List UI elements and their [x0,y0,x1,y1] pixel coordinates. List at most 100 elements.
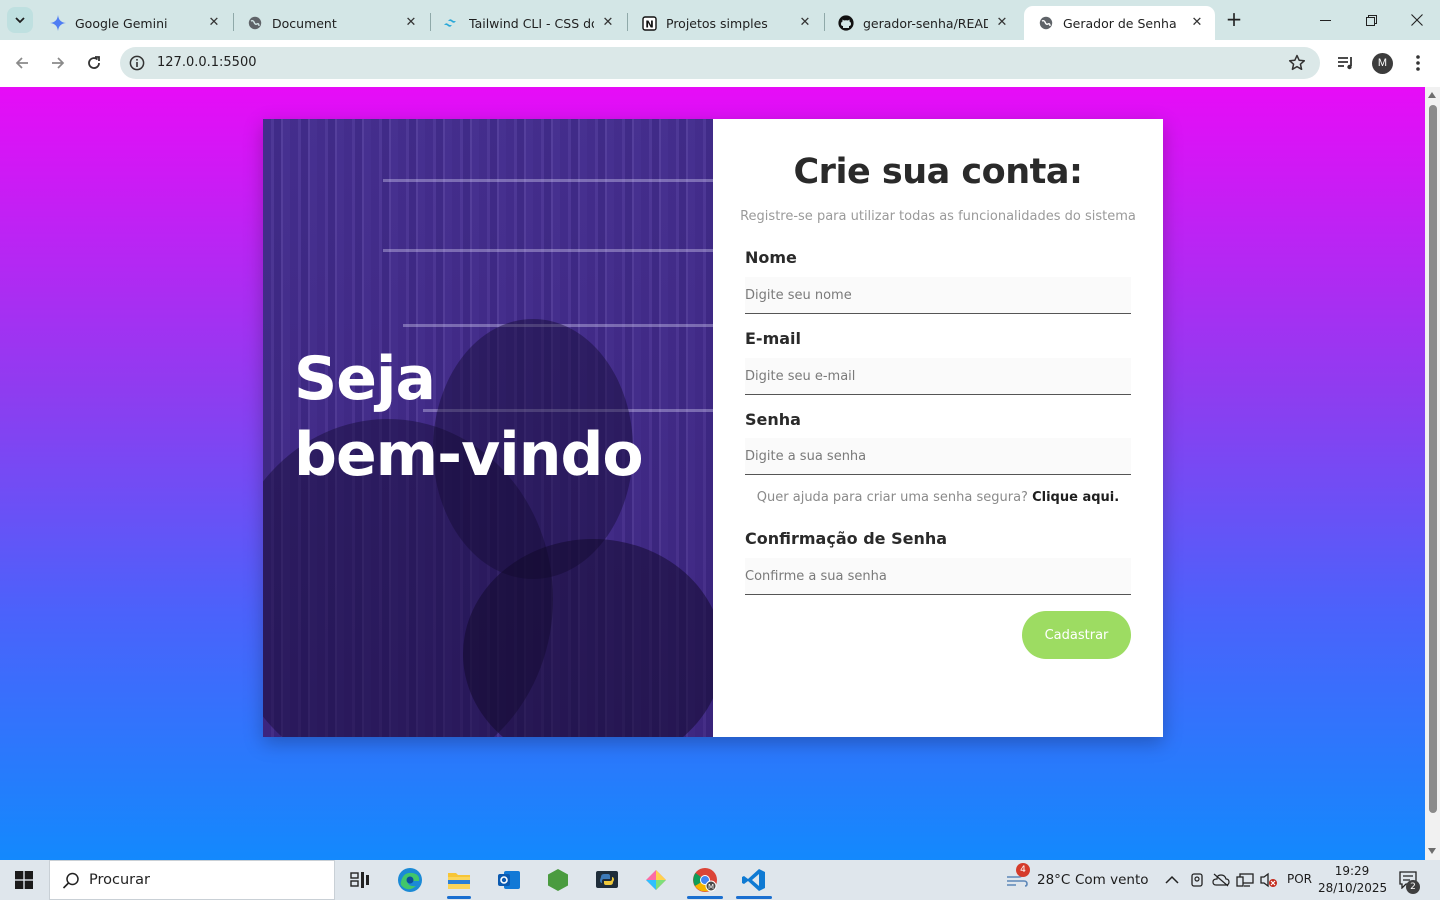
network-icon[interactable] [1236,871,1254,889]
close-icon[interactable]: ✕ [206,15,222,31]
browser-toolbar: 127.0.0.1:5500 M [0,40,1440,87]
tab-gerador-de-senha[interactable]: Gerador de Senha ✕ [1024,6,1215,40]
windows-logo-icon [15,871,33,889]
confirm-password-label: Confirmação de Senha [745,529,948,548]
taskbar-search[interactable]: Procurar [49,860,335,900]
media-controls-button[interactable] [1335,52,1357,74]
confirm-password-input[interactable] [745,558,1131,595]
profile-avatar[interactable]: M [1372,53,1393,74]
signup-card: Seja bem-vindo Crie sua conta: Registre-… [263,119,1163,737]
address-bar[interactable]: 127.0.0.1:5500 [120,47,1320,79]
weather-description[interactable]: Com vento [1075,872,1149,888]
tab-tailwind-cli[interactable]: Tailwind CLI - CSS do Ta ✕ [430,6,626,40]
notification-count-badge: 2 [1406,880,1420,894]
tab-strip: Google Gemini ✕ Document ✕ Tailwind CLI … [0,0,1440,40]
active-app-indicator [687,896,723,899]
site-info-icon[interactable] [129,55,145,71]
clock-date: 28/10/2025 [1318,881,1388,895]
welcome-panel: Seja bem-vindo [263,119,713,737]
password-input[interactable] [745,438,1131,475]
start-button[interactable] [0,860,48,900]
welcome-line-1: Seja [294,344,436,414]
welcome-line-2: bem-vindo [294,420,644,490]
notion-icon: N [641,15,657,31]
close-icon[interactable]: ✕ [797,15,813,31]
tab-search-button[interactable] [7,7,33,33]
name-label: Nome [745,248,797,267]
pycharm-icon[interactable] [636,860,676,900]
onedrive-offline-icon[interactable] [1212,871,1230,889]
scroll-thumb[interactable] [1429,105,1437,813]
arrow-left-icon [15,57,28,69]
page-viewport: Seja bem-vindo Crie sua conta: Registre-… [0,87,1425,860]
tab-projetos-simples[interactable]: N Projetos simples ✕ [627,6,823,40]
tab-title: Google Gemini [75,15,168,31]
tab-google-gemini[interactable]: Google Gemini ✕ [36,6,232,40]
close-icon[interactable]: ✕ [403,15,419,31]
reload-button[interactable] [79,48,109,78]
restore-button[interactable] [1348,0,1394,40]
active-app-indicator [447,896,471,899]
media-queue-icon [1338,57,1352,70]
password-help-link[interactable]: Clique aqui. [1032,490,1119,505]
back-button[interactable] [7,48,37,78]
tab-github-readme[interactable]: gerador-senha/READM ✕ [824,6,1020,40]
tab-title: gerador-senha/READM [863,15,988,31]
welcome-heading: Seja bem-vindo [294,341,644,493]
chevron-up-icon[interactable] [1163,871,1181,889]
forward-button[interactable] [43,48,73,78]
arrow-right-icon [52,57,65,69]
weather-temperature[interactable]: 28°C [1037,872,1070,888]
tab-document[interactable]: Document ✕ [233,6,429,40]
active-app-indicator [736,896,772,899]
edge-icon[interactable] [390,860,430,900]
form-title: Crie sua conta: [793,152,1083,192]
background-photo-detail [383,249,713,252]
close-icon[interactable]: ✕ [994,15,1010,31]
scroll-up-icon[interactable] [1428,92,1436,98]
page-scrollbar[interactable] [1425,87,1440,860]
password-help-text: Quer ajuda para criar uma senha segura? [756,490,1028,505]
minimize-button[interactable] [1302,0,1348,40]
chrome-icon[interactable]: M [685,860,725,900]
clock-time: 19:29 [1334,864,1370,878]
signup-form: Crie sua conta: Registre-se para utiliza… [713,119,1163,737]
nodejs-icon[interactable] [538,860,578,900]
taskbar-search-placeholder: Procurar [89,872,150,888]
weather-alert-badge: 4 [1016,863,1030,877]
gemini-icon [50,15,66,31]
url-text[interactable]: 127.0.0.1:5500 [157,55,257,70]
task-view-icon[interactable] [340,860,380,900]
bookmark-star-icon[interactable] [1288,54,1306,72]
vscode-icon[interactable] [734,860,774,900]
reload-icon [88,56,100,69]
scroll-down-icon[interactable] [1428,848,1436,854]
close-icon[interactable]: ✕ [1189,15,1205,31]
email-label: E-mail [745,329,802,348]
form-subtitle: Registre-se para utilizar todas as funci… [740,209,1136,224]
outlook-icon[interactable] [489,860,529,900]
browser-menu-button[interactable] [1407,52,1429,74]
svg-text:N: N [645,19,653,30]
tab-title: Gerador de Senha [1063,15,1177,31]
system-clock[interactable]: 19:29 28/10/2025 [1318,863,1388,897]
globe-icon [247,15,263,31]
input-language[interactable]: POR [1287,872,1312,886]
password-label: Senha [745,410,801,429]
github-icon [838,15,854,31]
new-tab-button[interactable]: + [1222,8,1246,32]
name-input[interactable] [745,277,1131,314]
close-icon[interactable]: ✕ [600,15,616,31]
volume-muted-icon[interactable] [1260,871,1278,889]
close-window-button[interactable] [1394,0,1440,40]
more-vertical-icon [1416,55,1420,71]
python-icon[interactable] [587,860,627,900]
submit-button[interactable]: Cadastrar [1022,611,1131,659]
tailwind-icon [444,15,460,31]
meet-icon[interactable] [1188,871,1206,889]
file-explorer-icon[interactable] [439,860,479,900]
minimize-icon [1319,19,1331,21]
search-icon [62,872,79,889]
email-input[interactable] [745,358,1131,395]
tab-title: Projetos simples [666,15,768,31]
